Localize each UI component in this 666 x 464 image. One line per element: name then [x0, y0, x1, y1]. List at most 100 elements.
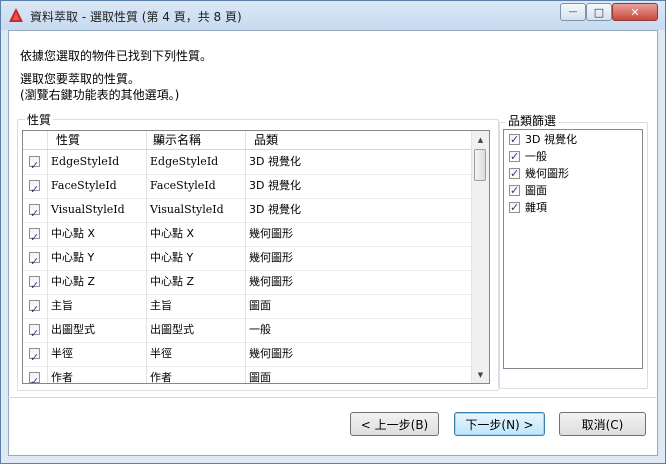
row-checkbox[interactable]: [29, 298, 40, 318]
table-vertical-scrollbar[interactable]: ▲ ▼: [471, 131, 489, 383]
category-checkbox[interactable]: [509, 149, 520, 165]
row-property: 主旨: [48, 294, 147, 318]
row-property: 半徑: [48, 342, 147, 366]
maximize-button[interactable]: □: [586, 3, 612, 21]
category-label: 雜項: [525, 201, 547, 214]
row-category: 3D 視覺化: [246, 174, 473, 198]
close-button[interactable]: ✕: [612, 3, 658, 21]
row-checkbox[interactable]: [29, 154, 40, 174]
row-category: 幾何圖形: [246, 222, 473, 246]
row-checkbox-cell[interactable]: [23, 342, 48, 366]
row-display-name[interactable]: 主旨: [147, 294, 246, 318]
row-category: 3D 視覺化: [246, 150, 473, 174]
cancel-button[interactable]: 取消(C): [559, 412, 646, 436]
header-category[interactable]: 品類: [246, 131, 473, 149]
table-row[interactable]: FaceStyleIdFaceStyleId3D 視覺化: [23, 174, 473, 199]
row-category: 圖面: [246, 294, 473, 318]
row-checkbox-cell[interactable]: [23, 318, 48, 342]
table-row[interactable]: 中心點 Z中心點 Z幾何圖形: [23, 270, 473, 295]
row-display-name[interactable]: 作者: [147, 366, 246, 383]
row-property: 出圖型式: [48, 318, 147, 342]
table-row[interactable]: 出圖型式出圖型式一般: [23, 318, 473, 343]
header-category-label: 品類: [254, 133, 279, 147]
row-checkbox-cell[interactable]: [23, 198, 48, 222]
row-checkbox-cell[interactable]: [23, 150, 48, 174]
category-label: 幾何圖形: [525, 167, 569, 180]
row-checkbox[interactable]: [29, 322, 40, 342]
row-category: 一般: [246, 318, 473, 342]
header-property-label: 性質: [56, 133, 81, 147]
row-display-name[interactable]: EdgeStyleId: [147, 150, 246, 174]
table-row[interactable]: 主旨主旨圖面: [23, 294, 473, 319]
table-header: 性質 顯示名稱 品類: [23, 131, 473, 150]
table-row[interactable]: EdgeStyleIdEdgeStyleId3D 視覺化: [23, 150, 473, 175]
table-row[interactable]: 作者作者圖面: [23, 366, 473, 383]
autocad-app-icon: [9, 8, 23, 22]
row-display-name[interactable]: 半徑: [147, 342, 246, 366]
row-display-name[interactable]: 中心點 Z: [147, 270, 246, 294]
dialog-window: 資料萃取 - 選取性質 (第 4 頁，共 8 頁) — □ ✕ 依據您選取的物件…: [0, 0, 666, 464]
row-display-name[interactable]: 中心點 X: [147, 222, 246, 246]
row-property: EdgeStyleId: [48, 150, 147, 174]
table-row[interactable]: 中心點 Y中心點 Y幾何圖形: [23, 246, 473, 271]
row-property: 中心點 X: [48, 222, 147, 246]
row-checkbox-cell[interactable]: [23, 270, 48, 294]
category-label: 一般: [525, 150, 547, 163]
instruction-select: 選取您要萃取的性質。: [20, 72, 141, 86]
row-property: 作者: [48, 366, 147, 383]
scroll-down-icon[interactable]: ▼: [472, 366, 489, 383]
row-checkbox-cell[interactable]: [23, 222, 48, 246]
row-checkbox-cell[interactable]: [23, 294, 48, 318]
category-checkbox[interactable]: [509, 166, 520, 182]
row-checkbox-cell[interactable]: [23, 174, 48, 198]
row-checkbox-cell[interactable]: [23, 246, 48, 270]
row-checkbox-cell[interactable]: [23, 366, 48, 383]
category-checkbox[interactable]: [509, 200, 520, 216]
row-category: 幾何圖形: [246, 270, 473, 294]
category-label: 3D 視覺化: [525, 133, 577, 146]
instruction-found: 依據您選取的物件已找到下列性質。: [20, 49, 213, 63]
row-checkbox[interactable]: [29, 250, 40, 270]
row-property: 中心點 Y: [48, 246, 147, 270]
instruction-right-click: (瀏覽右鍵功能表的其他選項。): [20, 88, 180, 102]
row-checkbox[interactable]: [29, 346, 40, 366]
minimize-button[interactable]: —: [560, 3, 586, 21]
header-display-name-label: 顯示名稱: [153, 133, 202, 147]
row-display-name[interactable]: 中心點 Y: [147, 246, 246, 270]
properties-table[interactable]: 性質 顯示名稱 品類 EdgeStyleIdEdgeStyleId3D 視覺化F…: [22, 130, 490, 384]
next-button[interactable]: 下一步(N) >: [454, 412, 545, 436]
minimize-icon: —: [568, 7, 578, 17]
row-property: 中心點 Z: [48, 270, 147, 294]
row-display-name[interactable]: VisualStyleId: [147, 198, 246, 222]
title-bar[interactable]: 資料萃取 - 選取性質 (第 4 頁，共 8 頁) — □ ✕: [1, 1, 665, 30]
category-filter-label: 品類篩選: [506, 112, 559, 129]
scroll-thumb[interactable]: [474, 149, 486, 181]
scroll-up-icon[interactable]: ▲: [472, 131, 489, 148]
table-row[interactable]: VisualStyleIdVisualStyleId3D 視覺化: [23, 198, 473, 223]
table-row[interactable]: 半徑半徑幾何圖形: [23, 342, 473, 367]
row-checkbox[interactable]: [29, 178, 40, 198]
row-category: 幾何圖形: [246, 246, 473, 270]
category-label: 圖面: [525, 184, 547, 197]
maximize-icon: □: [593, 5, 605, 19]
category-checkbox[interactable]: [509, 183, 520, 199]
back-button[interactable]: < 上一步(B): [350, 412, 439, 436]
row-display-name[interactable]: 出圖型式: [147, 318, 246, 342]
table-row[interactable]: 中心點 X中心點 X幾何圖形: [23, 222, 473, 247]
row-category: 圖面: [246, 366, 473, 383]
row-checkbox[interactable]: [29, 370, 40, 383]
window-title: 資料萃取 - 選取性質 (第 4 頁，共 8 頁): [30, 10, 242, 24]
row-display-name[interactable]: FaceStyleId: [147, 174, 246, 198]
header-display-name[interactable]: 顯示名稱: [147, 131, 246, 149]
category-filter-list[interactable]: 3D 視覺化一般幾何圖形圖面雜項: [503, 129, 643, 369]
row-checkbox[interactable]: [29, 202, 40, 222]
header-property[interactable]: 性質: [48, 131, 164, 149]
header-checkbox-column[interactable]: [23, 131, 48, 149]
row-category: 幾何圖形: [246, 342, 473, 366]
row-checkbox[interactable]: [29, 226, 40, 246]
row-checkbox[interactable]: [29, 274, 40, 294]
row-property: FaceStyleId: [48, 174, 147, 198]
row-category: 3D 視覺化: [246, 198, 473, 222]
category-checkbox[interactable]: [509, 132, 520, 148]
footer-separator: [8, 397, 658, 398]
